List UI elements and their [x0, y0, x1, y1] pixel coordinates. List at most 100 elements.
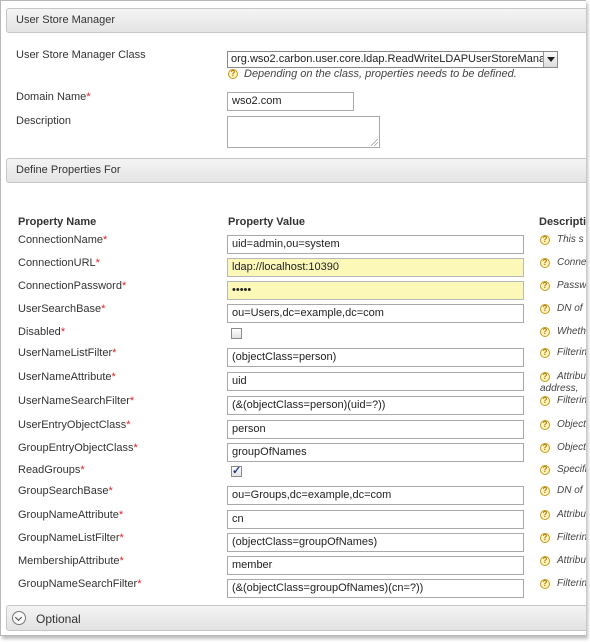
property-name-usernameattribute: UserNameAttribute* [18, 371, 116, 383]
chevron-down-icon[interactable] [12, 611, 26, 625]
col-property-value: Property Value [228, 216, 306, 228]
description-label: Description [16, 115, 72, 127]
domain-input[interactable]: wso2.com [227, 92, 354, 111]
property-name-text: ConnectionName [18, 234, 103, 246]
property-description: DN of [557, 303, 583, 314]
property-value-groupnamesearchfilter[interactable]: (&(objectClass=groupOfNames)(cn=?)) [227, 579, 524, 598]
property-value-connectionpassword[interactable]: ••••• [227, 281, 524, 300]
required-mark: * [129, 395, 135, 407]
help-icon: ? [540, 235, 550, 245]
property-name-text: GroupNameSearchFilter [18, 578, 138, 590]
help-icon: ? [540, 420, 550, 430]
class-select[interactable]: org.wso2.carbon.user.core.ldap.ReadWrite… [227, 51, 558, 68]
property-description: Filterin [557, 347, 586, 358]
required-mark: * [95, 257, 100, 269]
required-mark: * [119, 555, 124, 567]
dropdown-arrow-icon[interactable] [543, 52, 557, 67]
optional-label: Optional [36, 612, 81, 626]
property-description: Passw [557, 280, 586, 291]
help-icon: ? [540, 304, 550, 314]
resize-handle[interactable] [371, 139, 378, 146]
property-value-connectionname[interactable]: uid=admin,ou=system [227, 235, 524, 254]
property-name-text: UserEntryObjectClass [18, 419, 127, 431]
property-value-usernamelistfilter[interactable]: (objectClass=person) [227, 348, 524, 367]
property-description: Attribu [557, 371, 586, 382]
property-name-text: MembershipAttribute [18, 555, 120, 567]
required-mark: * [103, 234, 108, 246]
required-mark: * [101, 303, 106, 315]
property-name-connectionurl: ConnectionURL* [18, 257, 100, 269]
property-description: Specifi [557, 464, 586, 475]
property-value-membershipattribute[interactable]: member [227, 556, 524, 575]
help-icon: ? [540, 396, 550, 406]
property-description: Filterin [557, 395, 586, 406]
property-name-groupnameattribute: GroupNameAttribute* [18, 509, 123, 521]
property-name-membershipattribute: MembershipAttribute* [18, 555, 124, 567]
property-checkbox-disabled[interactable] [231, 328, 242, 339]
property-name-userentryobjectclass: UserEntryObjectClass* [18, 419, 130, 431]
property-name-text: ConnectionURL [18, 257, 96, 269]
class-label: User Store Manager Class [16, 49, 146, 61]
property-name-text: Disabled [18, 326, 61, 338]
help-icon: ? [540, 465, 550, 475]
description-textarea[interactable] [227, 116, 380, 148]
property-name-text: ConnectionPassword [18, 280, 122, 292]
property-description: Object [557, 442, 586, 453]
help-icon: ? [228, 69, 238, 79]
domain-label: Domain Name* [16, 91, 91, 103]
col-property-name: Property Name [18, 216, 97, 228]
help-icon: ? [540, 443, 550, 453]
property-value-usernameattribute[interactable]: uid [227, 372, 524, 391]
property-name-connectionname: ConnectionName* [18, 234, 107, 246]
class-hint: Depending on the class, properties needs… [244, 68, 517, 80]
help-icon: ? [540, 372, 550, 382]
domain-label-text: Domain Name [16, 91, 87, 103]
col-description: Descripti [539, 216, 586, 228]
property-value-connectionurl[interactable]: ldap://localhost:10390 [227, 258, 524, 277]
property-checkbox-readgroups[interactable] [231, 464, 242, 477]
help-icon: ? [540, 258, 550, 268]
property-name-groupsearchbase: GroupSearchBase* [18, 485, 113, 497]
property-name-text: UserSearchBase [18, 303, 102, 315]
property-value-groupnameattribute[interactable]: cn [227, 510, 524, 529]
user-store-manager-title: User Store Manager [16, 14, 116, 26]
user-store-manager-header: User Store Manager [6, 8, 586, 33]
property-description: Filterin [557, 532, 586, 543]
required-mark: * [133, 442, 138, 454]
property-name-text: GroupEntryObjectClass [18, 442, 134, 454]
property-name-connectionpassword: ConnectionPassword* [18, 280, 126, 292]
required-mark: * [80, 464, 85, 476]
help-icon: ? [540, 579, 550, 589]
required-mark: * [137, 578, 142, 590]
property-name-text: GroupNameListFilter [18, 532, 120, 544]
property-value-groupentryobjectclass[interactable]: groupOfNames [227, 443, 524, 462]
property-description: Filterin [557, 578, 586, 589]
help-icon: ? [540, 533, 550, 543]
user-store-form: User Store Manager User Store Manager Cl… [0, 0, 586, 636]
property-name-text: GroupNameAttribute [18, 509, 119, 521]
property-name-disabled: Disabled* [18, 326, 65, 338]
property-name-groupnamelistfilter: GroupNameListFilter* [18, 532, 124, 544]
define-properties-header: Define Properties For [6, 158, 586, 183]
help-icon: ? [540, 510, 550, 520]
property-name-text: GroupSearchBase [18, 485, 109, 497]
help-icon: ? [540, 348, 550, 358]
property-name-text: UserNameSearchFilter [18, 395, 130, 407]
property-value-groupsearchbase[interactable]: ou=Groups,dc=example,dc=com [227, 486, 524, 505]
required-mark: * [118, 509, 124, 521]
property-name-usersearchbase: UserSearchBase* [18, 303, 105, 315]
property-description: This s [557, 234, 584, 245]
property-description: Attribu [557, 509, 586, 520]
property-value-groupnamelistfilter[interactable]: (objectClass=groupOfNames) [227, 533, 524, 552]
optional-section[interactable]: Optional [6, 605, 586, 631]
required-mark: * [60, 326, 66, 338]
property-value-usersearchbase[interactable]: ou=Users,dc=example,dc=com [227, 304, 524, 323]
required-mark: * [121, 280, 127, 292]
property-description: Wheth [557, 326, 586, 337]
property-name-text: UserNameAttribute [18, 371, 112, 383]
property-value-usernamesearchfilter[interactable]: (&(objectClass=person)(uid=?)) [227, 396, 524, 415]
property-value-userentryobjectclass[interactable]: person [227, 420, 524, 439]
property-description: Object [557, 419, 586, 430]
help-icon: ? [540, 281, 550, 291]
required-mark: * [119, 532, 124, 544]
